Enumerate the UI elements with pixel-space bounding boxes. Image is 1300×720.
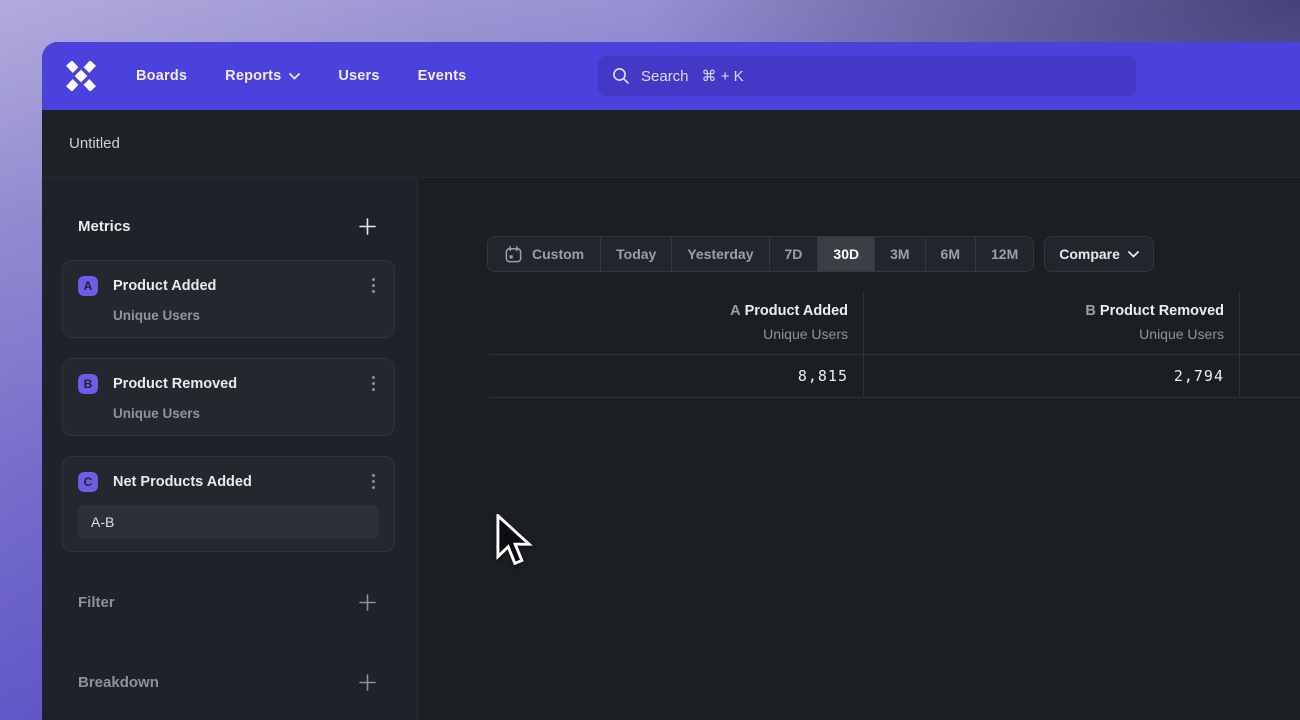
column-title: Product Removed xyxy=(1100,303,1224,319)
date-range-custom[interactable]: Custom xyxy=(488,237,600,271)
metric-letter-badge: B xyxy=(78,374,98,394)
nav-links: Boards Reports Users Events xyxy=(136,68,466,84)
metric-menu-button[interactable] xyxy=(368,470,379,493)
three-dots-vertical-icon xyxy=(372,278,375,281)
metric-value-b: 2,794 xyxy=(1174,367,1224,385)
plus-icon xyxy=(359,594,376,611)
calendar-icon xyxy=(504,245,523,264)
metric-name: Product Added xyxy=(113,278,368,294)
desktop-background: Boards Reports Users Events Search xyxy=(0,0,1300,720)
search-placeholder: Search xyxy=(641,68,689,85)
search-shortcut: ⌘ + K xyxy=(702,67,744,85)
query-sidebar: Metrics A Product Added Unique Users xyxy=(42,178,418,719)
nav-item-label: Users xyxy=(338,68,379,84)
search-input[interactable]: Search ⌘ + K xyxy=(598,56,1136,96)
metric-card-c[interactable]: C Net Products Added A-B xyxy=(62,456,395,552)
column-subtitle: Unique Users xyxy=(864,326,1224,342)
date-range-today[interactable]: Today xyxy=(600,237,671,271)
chevron-down-icon xyxy=(289,73,300,80)
column-header-product-removed[interactable]: B Product Removed Unique Users xyxy=(863,292,1239,354)
three-dots-vertical-icon xyxy=(372,474,375,477)
column-title: Product Added xyxy=(745,303,848,319)
date-range-toolbar: Custom Today Yesterday 7D 30D 3M 6M 12M … xyxy=(487,236,1154,272)
nav-item-users[interactable]: Users xyxy=(338,68,379,84)
mixpanel-logo-icon[interactable] xyxy=(64,61,98,91)
date-range-30d[interactable]: 30D xyxy=(817,237,874,271)
app-window: Boards Reports Users Events Search xyxy=(42,42,1300,720)
filter-section: Filter xyxy=(42,590,417,614)
chevron-down-icon xyxy=(1128,251,1139,258)
metric-menu-button[interactable] xyxy=(368,274,379,297)
date-range-3m[interactable]: 3M xyxy=(874,237,924,271)
nav-item-label: Boards xyxy=(136,68,187,84)
nav-item-label: Reports xyxy=(225,68,281,84)
breakdown-label: Breakdown xyxy=(78,674,159,691)
add-breakdown-button[interactable] xyxy=(357,672,377,692)
plus-icon xyxy=(359,674,376,691)
metric-value-a: 8,815 xyxy=(798,367,848,385)
nav-item-events[interactable]: Events xyxy=(418,68,467,84)
metric-aggregation[interactable]: Unique Users xyxy=(113,308,379,323)
plus-icon xyxy=(359,218,376,235)
date-range-yesterday[interactable]: Yesterday xyxy=(671,237,768,271)
table-header-row: A Product Added Unique Users B Product Rem… xyxy=(489,292,1300,355)
metric-card-a[interactable]: A Product Added Unique Users xyxy=(62,260,395,338)
report-title[interactable]: Untitled xyxy=(69,135,120,152)
column-header-product-added[interactable]: A Product Added Unique Users xyxy=(489,292,863,354)
date-range-12m[interactable]: 12M xyxy=(975,237,1033,271)
metrics-header: Metrics xyxy=(42,214,417,238)
date-range-segmented-control: Custom Today Yesterday 7D 30D 3M 6M 12M xyxy=(487,236,1034,272)
column-letter: A xyxy=(730,303,740,319)
top-nav: Boards Reports Users Events Search xyxy=(42,42,1300,110)
nav-item-label: Events xyxy=(418,68,467,84)
table-cell-overflow xyxy=(1239,355,1300,397)
table-cell: 2,794 xyxy=(863,355,1239,397)
date-range-6m[interactable]: 6M xyxy=(925,237,975,271)
date-range-7d[interactable]: 7D xyxy=(769,237,818,271)
table-value-row: 8,815 2,794 xyxy=(489,355,1300,398)
mouse-arrow-cursor-icon xyxy=(495,514,533,570)
metric-name: Product Removed xyxy=(113,376,368,392)
metric-card-b[interactable]: B Product Removed Unique Users xyxy=(62,358,395,436)
search-icon xyxy=(612,67,630,85)
three-dots-vertical-icon xyxy=(372,376,375,379)
nav-item-reports[interactable]: Reports xyxy=(225,68,300,84)
metric-letter-badge: C xyxy=(78,472,98,492)
content-area: Metrics A Product Added Unique Users xyxy=(42,178,1300,719)
report-title-bar: Untitled xyxy=(42,110,1300,178)
column-letter: B xyxy=(1085,303,1095,319)
report-canvas: Custom Today Yesterday 7D 30D 3M 6M 12M … xyxy=(418,178,1300,719)
nav-item-boards[interactable]: Boards xyxy=(136,68,187,84)
filter-label: Filter xyxy=(78,594,115,611)
metric-letter-badge: A xyxy=(78,276,98,296)
metrics-header-label: Metrics xyxy=(78,218,131,235)
breakdown-section: Breakdown xyxy=(42,670,417,694)
results-table: A Product Added Unique Users B Product Rem… xyxy=(489,292,1300,398)
formula-input[interactable]: A-B xyxy=(78,505,379,539)
metric-name: Net Products Added xyxy=(113,474,368,490)
compare-button[interactable]: Compare xyxy=(1044,236,1154,272)
add-filter-button[interactable] xyxy=(357,592,377,612)
add-metric-button[interactable] xyxy=(357,216,377,236)
metric-aggregation[interactable]: Unique Users xyxy=(113,406,379,421)
column-subtitle: Unique Users xyxy=(489,326,848,342)
column-header-overflow xyxy=(1239,292,1300,354)
metric-menu-button[interactable] xyxy=(368,372,379,395)
table-cell: 8,815 xyxy=(489,355,863,397)
